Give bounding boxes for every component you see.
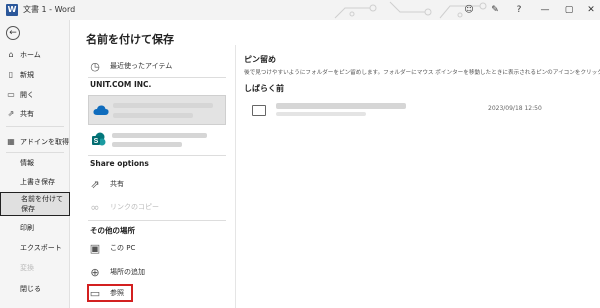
location-this-pc[interactable]: ▣ この PC <box>88 237 226 259</box>
title-bar: W 文書 1 - Word ☺ ✎ ? — ▢ ✕ <box>0 0 600 20</box>
location-recent[interactable]: ◷ 最近使ったアイテム <box>88 55 226 77</box>
location-label: 最近使ったアイテム <box>110 62 173 70</box>
backstage-sidebar: ← ⌂ ホーム ▯ 新規 ▭ 開く ⇗ 共有 ▦ アドインを取得 情報 上書き保… <box>0 20 70 308</box>
recent-folder-row[interactable]: 2023/09/18 12:50 <box>244 100 594 120</box>
globe-plus-icon: ⊕ <box>90 265 100 279</box>
new-document-icon: ▯ <box>8 70 14 79</box>
redacted-text <box>276 103 406 109</box>
location-label: この PC <box>110 244 136 252</box>
svg-text:S: S <box>94 138 99 145</box>
document-title: 文書 1 - Word <box>23 5 76 14</box>
sidebar-item-label: 共有 <box>20 110 34 118</box>
sidebar-item-export[interactable]: エクスポート <box>0 240 70 256</box>
sidebar-item-home[interactable]: ⌂ ホーム <box>0 47 70 63</box>
home-icon: ⌂ <box>8 50 14 59</box>
location-onedrive[interactable] <box>88 95 226 125</box>
location-copy-link: ∞ リンクのコピー <box>88 196 226 218</box>
column-divider <box>235 45 236 308</box>
sidebar-divider <box>6 126 64 127</box>
divider <box>88 155 226 156</box>
divider <box>88 220 226 221</box>
sidebar-item-label: 新規 <box>20 71 34 79</box>
location-add-place[interactable]: ⊕ 場所の追加 <box>88 261 226 283</box>
location-label: 場所の追加 <box>110 268 145 276</box>
location-sharepoint[interactable]: S <box>88 129 226 151</box>
sidebar-item-label: 名前を付けて保存 <box>21 195 63 213</box>
sidebar-item-addins[interactable]: ▦ アドインを取得 <box>0 134 70 150</box>
divider <box>88 77 226 78</box>
decorative-circuit-pattern <box>334 1 487 19</box>
page-title: 名前を付けて保存 <box>86 33 174 46</box>
folder-open-icon: ▭ <box>7 90 15 99</box>
sidebar-item-label: 印刷 <box>20 224 34 232</box>
section-label-org: UNIT.COM INC. <box>90 80 152 89</box>
sharepoint-icon: S <box>92 132 106 146</box>
redacted-text <box>112 142 182 147</box>
onedrive-cloud-icon <box>93 105 109 115</box>
help-icon[interactable]: ? <box>512 3 526 17</box>
addin-icon: ▦ <box>7 137 15 146</box>
sidebar-item-print[interactable]: 印刷 <box>0 220 70 236</box>
location-label: リンクのコピー <box>110 203 159 211</box>
sidebar-item-close[interactable]: 閉じる <box>0 281 70 297</box>
sidebar-item-label: アドインを取得 <box>20 138 69 146</box>
sidebar-divider <box>6 152 64 153</box>
sidebar-item-label: 開く <box>20 91 34 99</box>
redacted-text <box>113 113 193 118</box>
sidebar-item-transform: 変換 <box>0 260 70 276</box>
sidebar-item-label: 情報 <box>20 159 34 167</box>
share-icon: ⇗ <box>7 109 15 118</box>
sidebar-item-save-as[interactable]: 名前を付けて保存 <box>0 192 70 216</box>
recent-section-title: しばらく前 <box>244 84 284 93</box>
location-share[interactable]: ⇗ 共有 <box>88 173 226 195</box>
account-icon[interactable]: ☺ <box>462 3 476 17</box>
minimize-icon[interactable]: — <box>538 3 552 17</box>
sidebar-item-open[interactable]: ▭ 開く <box>0 87 70 103</box>
section-label-other-places: その他の場所 <box>90 226 135 235</box>
sidebar-item-label: 変換 <box>20 264 34 272</box>
pen-icon[interactable]: ✎ <box>488 3 502 17</box>
location-label: 共有 <box>110 180 124 188</box>
sidebar-item-label: エクスポート <box>20 244 62 252</box>
section-label-share-options: Share options <box>90 159 149 168</box>
sidebar-item-share[interactable]: ⇗ 共有 <box>0 106 70 122</box>
close-icon[interactable]: ✕ <box>584 3 598 17</box>
sidebar-item-info[interactable]: 情報 <box>0 155 70 171</box>
pinned-title: ピン留め <box>244 55 276 64</box>
sidebar-item-save[interactable]: 上書き保存 <box>0 174 70 190</box>
redacted-text <box>113 103 213 108</box>
sidebar-item-label: 閉じる <box>20 285 41 293</box>
sidebar-item-label: ホーム <box>20 51 41 59</box>
link-icon: ∞ <box>90 200 100 214</box>
recent-folder-date: 2023/09/18 12:50 <box>488 105 542 112</box>
highlight-box <box>87 284 133 302</box>
back-arrow-icon[interactable]: ← <box>6 26 20 40</box>
sidebar-item-new[interactable]: ▯ 新規 <box>0 67 70 83</box>
redacted-text <box>276 112 366 116</box>
computer-icon: ▣ <box>89 241 101 255</box>
folder-icon <box>252 104 266 116</box>
maximize-icon[interactable]: ▢ <box>562 3 576 17</box>
word-logo-icon: W <box>6 4 18 16</box>
share-icon: ⇗ <box>90 177 100 191</box>
redacted-text <box>112 133 207 138</box>
sidebar-item-label: 上書き保存 <box>20 178 55 186</box>
clock-icon: ◷ <box>90 59 100 73</box>
pinned-description: 後で見つけやすいようにフォルダーをピン留めします。フォルダーにマウス ポインター… <box>244 70 600 76</box>
